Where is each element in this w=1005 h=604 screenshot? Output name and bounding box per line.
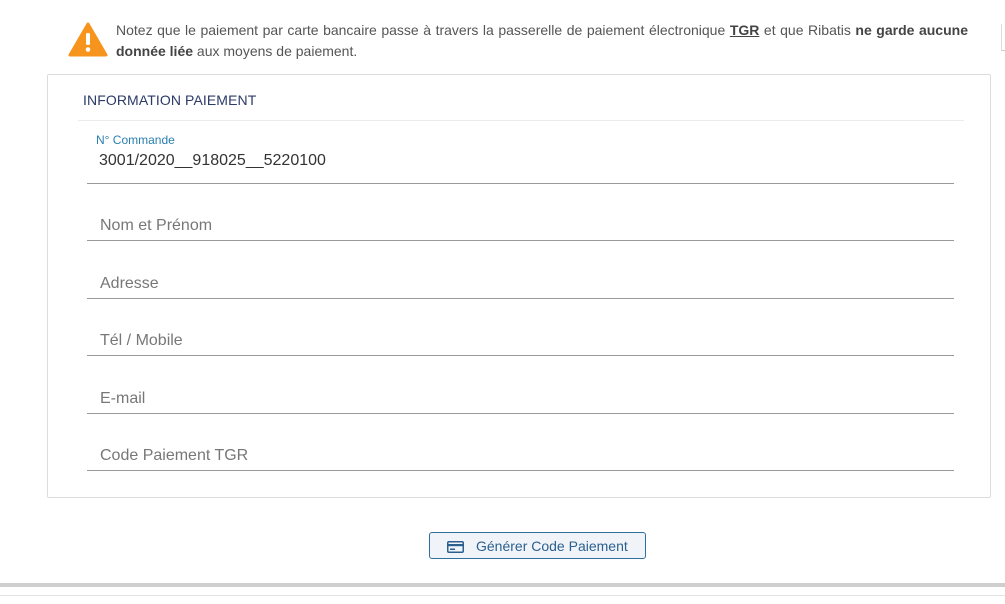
edge-element [1001,24,1005,51]
footer-line [0,595,1005,596]
phone-placeholder: Tél / Mobile [100,332,183,349]
order-number-field[interactable]: N° Commande 3001/2020__918025__5220100 [87,126,954,184]
phone-field[interactable]: Tél / Mobile [87,298,954,356]
order-number-value[interactable]: 3001/2020__918025__5220100 [99,152,326,170]
footer-divider [0,583,1005,587]
payment-info-card: INFORMATION PAIEMENT N° Commande 3001/20… [47,74,991,498]
email-field[interactable]: E-mail [87,356,954,414]
credit-card-icon [447,541,464,553]
card-title: INFORMATION PAIEMENT [83,92,257,108]
notice-text: Notez que le paiement par carte bancaire… [116,22,968,59]
warning-icon [68,22,108,57]
address-placeholder: Adresse [100,275,159,292]
tgr-payment-code-field[interactable]: Code Paiement TGR [87,413,954,471]
full-name-field[interactable]: Nom et Prénom [87,183,954,241]
order-number-label: N° Commande [96,133,175,147]
email-placeholder: E-mail [100,390,146,407]
tgr-payment-code-placeholder: Code Paiement TGR [100,447,249,464]
address-field[interactable]: Adresse [87,241,954,299]
full-name-placeholder: Nom et Prénom [100,217,213,234]
generate-payment-code-button[interactable]: Générer Code Paiement [429,532,646,559]
card-divider [78,120,964,121]
generate-payment-code-label: Générer Code Paiement [476,538,628,554]
gateway-name: TGR [729,22,760,38]
